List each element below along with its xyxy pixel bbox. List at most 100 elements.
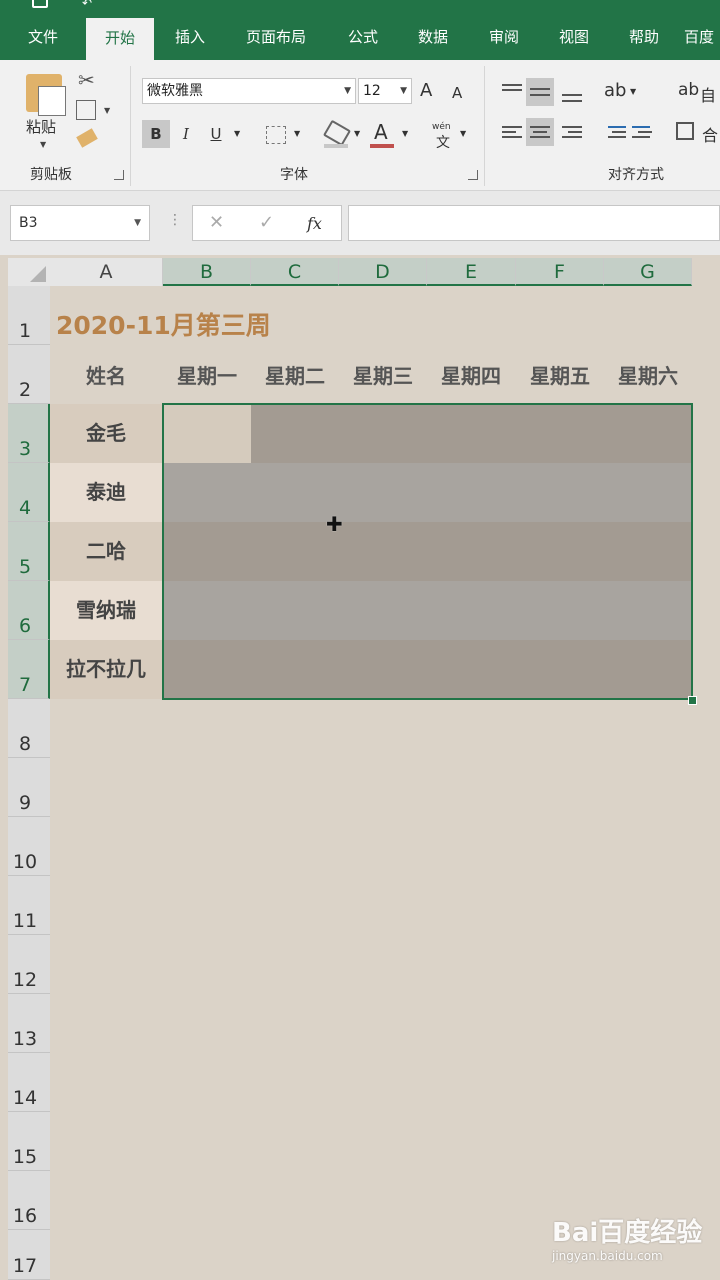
name-cell[interactable]: 二哈	[50, 522, 162, 581]
underline-button[interactable]: U	[202, 120, 230, 148]
sheet-title-cell[interactable]: 2020-11月第三周	[56, 306, 271, 342]
name-box[interactable]: B3 ▼	[10, 205, 150, 241]
align-center-button[interactable]	[526, 118, 554, 146]
shrink-font-button[interactable]: A	[452, 84, 462, 102]
align-bottom-button[interactable]	[558, 78, 586, 106]
tab-baidu[interactable]: 百度	[684, 12, 720, 60]
align-left-button[interactable]	[498, 118, 526, 146]
column-header-d[interactable]: D	[339, 258, 427, 286]
row-header-3[interactable]: 3	[8, 404, 50, 463]
name-cell[interactable]: 雪纳瑞	[50, 581, 162, 640]
clipboard-group-label: 剪贴板	[30, 167, 72, 183]
phonetic-guide-top[interactable]: wén	[432, 122, 451, 132]
header-day-cell[interactable]: 星期三	[339, 360, 427, 389]
select-all-button[interactable]	[8, 258, 50, 286]
column-header-b[interactable]: B	[163, 258, 251, 286]
fill-dropdown-icon[interactable]: ▼	[354, 129, 360, 138]
row-header-6[interactable]: 6	[8, 581, 50, 640]
paste-dropdown-icon[interactable]: ▼	[40, 140, 46, 149]
italic-button[interactable]: I	[172, 120, 200, 148]
copy-dropdown-icon[interactable]: ▼	[104, 106, 110, 115]
name-cell[interactable]: 拉不拉几	[50, 640, 162, 699]
format-painter-icon[interactable]	[76, 128, 98, 148]
copy-icon[interactable]	[76, 100, 96, 120]
font-launcher-icon[interactable]	[468, 170, 478, 180]
row-header-1[interactable]: 1	[8, 286, 50, 345]
header-day-cell[interactable]: 星期一	[163, 360, 251, 389]
row-header-11[interactable]: 11	[8, 876, 50, 935]
tab-view[interactable]: 视图	[542, 12, 606, 60]
decrease-indent-button[interactable]	[600, 118, 628, 146]
border-dropdown-icon[interactable]: ▼	[294, 129, 300, 138]
row-header-4[interactable]: 4	[8, 463, 50, 522]
font-color-button[interactable]: A	[374, 120, 388, 144]
merge-center-icon[interactable]	[676, 122, 694, 140]
save-icon[interactable]	[32, 0, 48, 8]
tab-data[interactable]: 数据	[402, 12, 464, 60]
tab-formulas[interactable]: 公式	[332, 12, 394, 60]
font-size-value: 12	[363, 83, 381, 99]
row-header-14[interactable]: 14	[8, 1053, 50, 1112]
border-icon[interactable]	[266, 126, 286, 144]
header-day-cell[interactable]: 星期五	[516, 360, 604, 389]
tab-insert[interactable]: 插入	[158, 12, 222, 60]
tab-page-layout[interactable]: 页面布局	[232, 12, 320, 60]
row-header-5[interactable]: 5	[8, 522, 50, 581]
fill-color-icon[interactable]	[322, 119, 352, 147]
insert-function-button[interactable]: fx	[307, 214, 322, 233]
phonetic-dropdown-icon[interactable]: ▼	[460, 129, 466, 138]
cut-icon[interactable]: ✂	[78, 68, 95, 92]
row-header-9[interactable]: 9	[8, 758, 50, 817]
row-header-12[interactable]: 12	[8, 935, 50, 994]
row-header-2[interactable]: 2	[8, 345, 50, 404]
row-header-10[interactable]: 10	[8, 817, 50, 876]
fill-handle[interactable]	[688, 696, 697, 705]
wrap-text-label[interactable]: 自	[700, 82, 716, 106]
row-header-13[interactable]: 13	[8, 994, 50, 1053]
tab-home[interactable]: 开始	[86, 18, 154, 60]
paste-sheet-icon	[38, 86, 66, 116]
header-day-cell[interactable]: 星期二	[251, 360, 339, 389]
header-day-cell[interactable]: 星期六	[604, 360, 692, 389]
align-top-button[interactable]	[498, 78, 526, 106]
row-header-16[interactable]: 16	[8, 1171, 50, 1230]
align-right-button[interactable]	[558, 118, 586, 146]
font-color-dropdown-icon[interactable]: ▼	[402, 129, 408, 138]
name-cell[interactable]: 泰迪	[50, 463, 162, 522]
column-header-g[interactable]: G	[604, 258, 692, 286]
clipboard-launcher-icon[interactable]	[114, 170, 124, 180]
title-bar: ↶	[0, 0, 720, 12]
header-day-cell[interactable]: 星期四	[427, 360, 515, 389]
name-cell[interactable]: 金毛	[50, 404, 162, 463]
paste-button[interactable]: 粘贴	[26, 116, 56, 137]
font-size-select[interactable]: 12 ▼	[358, 78, 412, 104]
row-header-7[interactable]: 7	[8, 640, 50, 699]
tab-file[interactable]: 文件	[10, 12, 76, 60]
formula-bar-grip-icon[interactable]: ⋮	[168, 212, 182, 228]
enter-icon[interactable]: ✓	[259, 212, 274, 233]
row-header-17[interactable]: 17	[8, 1230, 50, 1280]
column-header-e[interactable]: E	[427, 258, 516, 286]
row-header-8[interactable]: 8	[8, 699, 50, 758]
underline-dropdown-icon[interactable]: ▼	[234, 129, 240, 138]
orientation-dropdown-icon[interactable]: ▼	[630, 87, 636, 96]
grow-font-button[interactable]: A	[420, 80, 432, 101]
row-header-15[interactable]: 15	[8, 1112, 50, 1171]
formula-input[interactable]	[348, 205, 720, 241]
merge-center-label[interactable]: 合	[702, 122, 718, 146]
increase-indent-button[interactable]	[630, 118, 658, 146]
font-name-select[interactable]: 微软雅黑 ▼	[142, 78, 356, 104]
tab-help[interactable]: 帮助	[612, 12, 676, 60]
cancel-icon[interactable]: ✕	[209, 212, 224, 233]
column-header-c[interactable]: C	[251, 258, 339, 286]
phonetic-guide-icon[interactable]: 文	[436, 132, 450, 152]
tab-review[interactable]: 审阅	[472, 12, 536, 60]
wrap-text-icon[interactable]: ab	[678, 80, 699, 100]
column-header-a[interactable]: A	[50, 258, 163, 286]
bold-button[interactable]: B	[142, 120, 170, 148]
align-middle-button[interactable]	[526, 78, 554, 106]
undo-icon[interactable]: ↶	[82, 0, 92, 10]
column-header-f[interactable]: F	[516, 258, 604, 286]
orientation-icon[interactable]: ab	[604, 80, 626, 101]
header-name-cell[interactable]: 姓名	[50, 360, 162, 389]
